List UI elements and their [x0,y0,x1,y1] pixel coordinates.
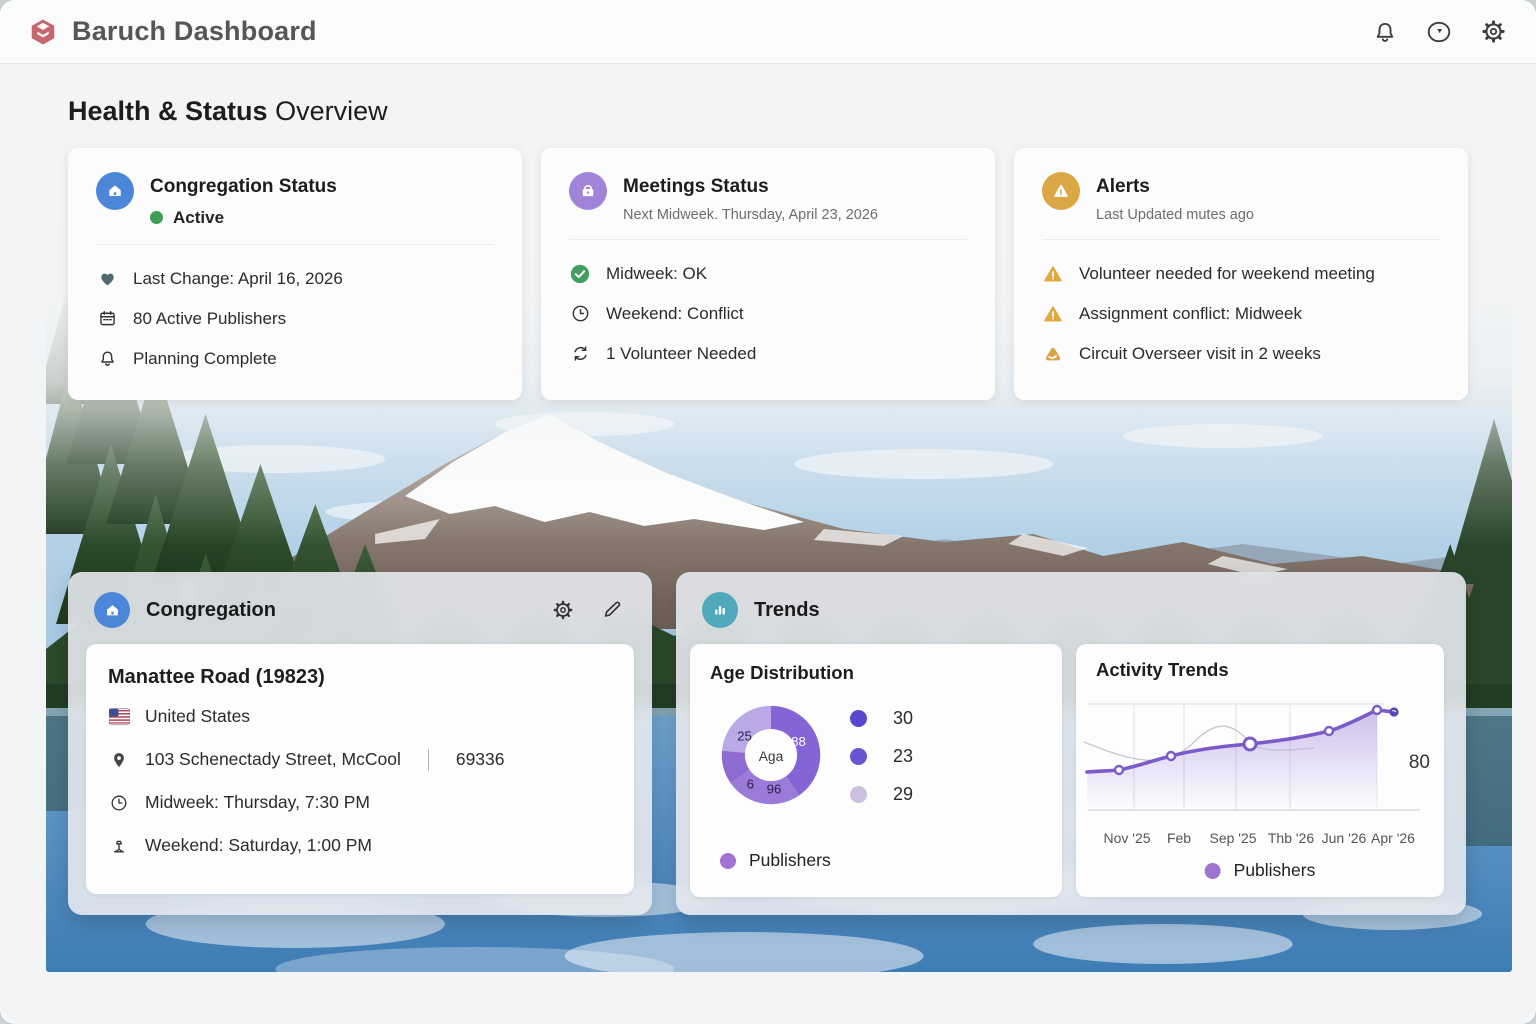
x-label: Nov '25 [1103,830,1150,846]
card-subtitle: Next Midweek. Thursday, April 23, 2026 [623,207,878,223]
heart-icon [96,268,118,290]
card-row: Volunteer needed for weekend meeting [1042,254,1440,294]
x-label: Apr '26 [1371,830,1415,846]
house-icon [94,592,130,628]
card-title: Congregation Status [150,172,337,199]
congregation-details-card: Manattee Road (19823) [86,644,634,894]
legend-item: 30 [850,708,913,729]
segment-label: 6 [747,776,754,791]
legend-dot [850,710,867,727]
congregation-status-card: Congregation Status Active [68,148,522,400]
sync-icon [569,343,591,365]
series-legend-publishers: Publishers [1205,860,1316,881]
card-subtitle: Last Updated mutes ago [1096,207,1254,223]
legend-item: 23 [850,746,913,767]
card-title: Alerts [1096,172,1254,199]
warning-icon [1042,263,1064,285]
page-title: Health & Status Overview [68,96,388,127]
lectern-icon [108,835,130,857]
status-dot-green [150,211,163,224]
segment-label: 25 [737,728,752,743]
age-donut-chart: 88 96 6 25 Aga [712,696,830,814]
gear-icon[interactable] [1478,17,1508,47]
card-title: Meetings Status [623,172,878,199]
card-row: Last Change: April 16, 2026 [96,259,494,299]
card-row: Planning Complete [96,339,494,379]
location-pin-icon [108,749,130,771]
x-label: Thb '26 [1268,830,1314,846]
alert-shape-icon [1042,343,1064,365]
divider [428,749,429,771]
legend-dot [850,748,867,765]
age-distribution-card: Age Distribution 88 96 6 25 Aga [690,644,1062,897]
card-row: Circuit Overseer visit in 2 weeks [1042,334,1440,374]
x-label: Sep '25 [1209,830,1256,846]
status-text: Active [173,208,224,228]
meeting-icon [569,172,607,210]
x-axis-labels: Nov '25 Feb Sep '25 Thb '26 Jun '26 Apr … [1076,830,1444,848]
app-window: Baruch Dashboard [0,0,1536,1024]
bar-chart-icon [702,592,738,628]
clock-icon [108,792,130,814]
congregation-panel: Congregation [68,572,652,915]
edit-pencil-icon[interactable] [600,597,626,623]
card-row: 1 Volunteer Needed [569,334,967,374]
baruch-dashboard-app: Baruch Dashboard [0,0,1536,1024]
meetings-status-card: Meetings Status Next Midweek. Thursday, … [541,148,995,400]
calendar-icon [96,308,118,330]
address-row: 103 Schenectady Street, McCool 69336 [108,738,612,781]
activity-line-chart [1084,692,1428,832]
alert-icon [1042,172,1080,210]
house-icon [96,172,134,210]
bell-icon [96,348,118,370]
age-legend: 30 23 29 [850,708,913,805]
app-title: Baruch Dashboard [72,16,317,47]
activity-trends-card: Activity Trends [1076,644,1444,897]
weekend-row: Weekend: Saturday, 1:00 PM [108,824,612,867]
history-icon[interactable] [1424,17,1454,47]
trends-panel: Trends Age Distribution 88 96 [676,572,1466,915]
series-legend-publishers: Publishers [720,850,831,871]
top-bar: Baruch Dashboard [0,0,1536,64]
top-bar-actions [1370,17,1508,47]
midweek-row: Midweek: Thursday, 7:30 PM [108,781,612,824]
donut-center-label: Aga [759,749,784,764]
x-label: Jun '26 [1322,830,1367,846]
postal-code: 69336 [456,749,505,770]
content-area: Health & Status Overview Congregation St… [20,64,1516,1000]
legend-dot [1205,863,1221,879]
us-flag-icon [108,706,130,728]
settings-gear-icon[interactable] [550,597,576,623]
segment-label: 96 [767,781,782,796]
panel-title: Congregation [146,599,276,622]
card-row: Assignment conflict: Midweek [1042,294,1440,334]
country-row: United States [108,695,612,738]
chart-title: Activity Trends [1096,659,1424,681]
app-logo-icon [28,17,58,47]
status-cards-row: Congregation Status Active [68,148,1468,400]
card-row: 80 Active Publishers [96,299,494,339]
x-label: Feb [1167,830,1191,846]
legend-dot [720,853,736,869]
panel-title: Trends [754,599,820,622]
bell-icon[interactable] [1370,17,1400,47]
alerts-card: Alerts Last Updated mutes ago [1014,148,1468,400]
card-row: Weekend: Conflict [569,294,967,334]
warning-icon [1042,303,1064,325]
clock-icon [569,303,591,325]
card-row: Midweek: OK [569,254,967,294]
chart-value-label: 80 [1409,752,1430,774]
legend-dot [850,786,867,803]
check-circle-icon [569,263,591,285]
segment-label: 88 [791,734,806,749]
legend-item: 29 [850,784,913,805]
chart-title: Age Distribution [710,662,1042,684]
congregation-name: Manattee Road (19823) [108,666,612,689]
